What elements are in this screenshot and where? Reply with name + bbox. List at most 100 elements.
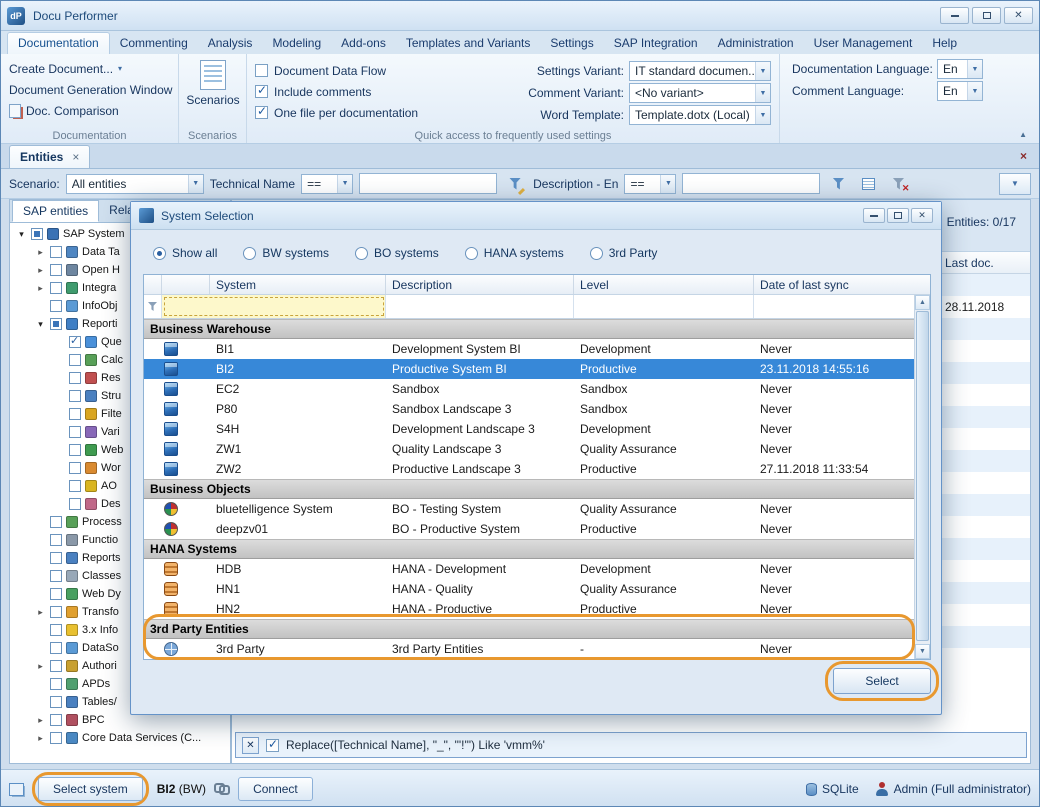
chevron-right-icon[interactable]: ▸: [35, 733, 46, 744]
word-template-combo[interactable]: Template.dotx (Local) ▼: [629, 105, 771, 125]
date-filter-cell[interactable]: [754, 295, 914, 318]
scroll-down-icon[interactable]: ▼: [915, 644, 930, 659]
date-column-header[interactable]: Date of last sync: [754, 275, 930, 294]
tree-item-checkbox[interactable]: [69, 426, 81, 438]
close-filter-button[interactable]: ✕: [242, 737, 259, 754]
radio-icon[interactable]: [590, 247, 603, 260]
chevron-down-icon[interactable]: ▼: [755, 62, 770, 80]
maximize-button[interactable]: [972, 7, 1001, 24]
include-comments-checkbox[interactable]: [255, 85, 268, 98]
chevron-right-icon[interactable]: ▸: [35, 247, 46, 258]
one-file-per-documentation-option[interactable]: One file per documentation: [255, 102, 464, 123]
tree-item-checkbox[interactable]: [50, 516, 62, 528]
system-row[interactable]: ZW2Productive Landscape 3Productive27.11…: [144, 459, 914, 479]
close-all-tabs-button[interactable]: ×: [1020, 149, 1027, 163]
description-column-header[interactable]: Description: [386, 275, 574, 294]
tree-item-checkbox[interactable]: [69, 462, 81, 474]
radio-hana-systems[interactable]: HANA systems: [465, 246, 564, 260]
vertical-scrollbar[interactable]: ▲ ▼: [914, 295, 930, 659]
doc-comparison-button[interactable]: Doc. Comparison: [9, 100, 170, 121]
apply-filter-button[interactable]: [826, 173, 850, 195]
system-row[interactable]: bluetelligence SystemBO - Testing System…: [144, 499, 914, 519]
tree-item-checkbox[interactable]: [69, 372, 81, 384]
chevron-down-icon[interactable]: ▼: [755, 106, 770, 124]
scenarios-button[interactable]: Scenarios: [187, 58, 239, 107]
include-comments-option[interactable]: Include comments: [255, 81, 464, 102]
system-row[interactable]: BI2Productive System BIProductive23.11.2…: [144, 359, 914, 379]
system-row[interactable]: deepzv01BO - Productive SystemProductive…: [144, 519, 914, 539]
tab-sap-integration[interactable]: SAP Integration: [604, 33, 708, 54]
description-input[interactable]: [682, 173, 820, 194]
dialog-close-button[interactable]: ✕: [911, 208, 933, 223]
tree-item-checkbox[interactable]: [69, 354, 81, 366]
tree-item-checkbox[interactable]: [50, 678, 62, 690]
chevron-down-icon[interactable]: ▼: [967, 60, 982, 78]
tree-item-checkbox[interactable]: [50, 660, 62, 672]
chevron-down-icon[interactable]: ▼: [660, 175, 675, 193]
tree-item-checkbox[interactable]: [50, 714, 62, 726]
level-column-header[interactable]: Level: [574, 275, 754, 294]
collapse-ribbon-button[interactable]: ▲: [1019, 130, 1027, 139]
column-options-dropdown[interactable]: ▼: [999, 173, 1031, 195]
system-row[interactable]: EC2SandboxSandboxNever: [144, 379, 914, 399]
tab-add-ons[interactable]: Add-ons: [331, 33, 396, 54]
tab-templates-and-variants[interactable]: Templates and Variants: [396, 33, 541, 54]
radio-3rd-party[interactable]: 3rd Party: [590, 246, 658, 260]
tree-item-checkbox[interactable]: [50, 534, 62, 546]
chevron-down-icon[interactable]: ▾: [16, 229, 27, 240]
tab-user-management[interactable]: User Management: [804, 33, 923, 54]
technical-name-input[interactable]: [359, 173, 497, 194]
tree-item-checkbox[interactable]: [69, 390, 81, 402]
document-data-flow-option[interactable]: Document Data Flow: [255, 60, 464, 81]
radio-icon[interactable]: [465, 247, 478, 260]
tab-settings[interactable]: Settings: [540, 33, 603, 54]
last-doc-column-header[interactable]: Last doc.: [945, 256, 994, 270]
scenario-combo[interactable]: All entities ▼: [66, 174, 204, 194]
tree-item-checkbox[interactable]: [50, 246, 62, 258]
tab-help[interactable]: Help: [922, 33, 967, 54]
tree-item-checkbox[interactable]: [50, 300, 62, 312]
tree-item-checkbox[interactable]: [69, 480, 81, 492]
radio-bw-systems[interactable]: BW systems: [243, 246, 329, 260]
comment-variant-combo[interactable]: <No variant> ▼: [629, 83, 771, 103]
level-filter-cell[interactable]: [574, 295, 754, 318]
tab-analysis[interactable]: Analysis: [198, 33, 263, 54]
tree-item-checkbox[interactable]: [31, 228, 43, 240]
system-row[interactable]: S4HDevelopment Landscape 3DevelopmentNev…: [144, 419, 914, 439]
tree-item-checkbox[interactable]: [50, 318, 62, 330]
system-row[interactable]: HDBHANA - DevelopmentDevelopmentNever: [144, 559, 914, 579]
chevron-down-icon[interactable]: ▾: [35, 319, 46, 330]
settings-variant-combo[interactable]: IT standard documen.. ▼: [629, 61, 771, 81]
radio-icon[interactable]: [243, 247, 256, 260]
radio-icon[interactable]: [355, 247, 368, 260]
tree-item-checkbox[interactable]: [50, 570, 62, 582]
system-row[interactable]: ZW1Quality Landscape 3Quality AssuranceN…: [144, 439, 914, 459]
tree-item-checkbox[interactable]: [50, 588, 62, 600]
dialog-maximize-button[interactable]: [887, 208, 909, 223]
tree-item-checkbox[interactable]: [50, 606, 62, 618]
chevron-right-icon[interactable]: ▸: [35, 607, 46, 618]
tree-item[interactable]: ▸Core Data Services (C...: [10, 729, 230, 747]
select-button[interactable]: Select: [833, 668, 931, 694]
tree-item-checkbox[interactable]: [50, 696, 62, 708]
system-row[interactable]: 3rd Party3rd Party Entities-Never: [144, 639, 914, 659]
chevron-right-icon[interactable]: ▸: [35, 661, 46, 672]
chevron-down-icon[interactable]: ▼: [967, 82, 982, 100]
documentation-language-combo[interactable]: En ▼: [937, 59, 983, 79]
chevron-down-icon[interactable]: ▼: [755, 84, 770, 102]
tree-item-checkbox[interactable]: [50, 624, 62, 636]
radio-icon[interactable]: [153, 247, 166, 260]
tree-item-checkbox[interactable]: [50, 552, 62, 564]
system-row[interactable]: P80Sandbox Landscape 3SandboxNever: [144, 399, 914, 419]
tree-item-checkbox[interactable]: [50, 642, 62, 654]
system-row[interactable]: HN2HANA - ProductiveProductiveNever: [144, 599, 914, 619]
document-data-flow-checkbox[interactable]: [255, 64, 268, 77]
close-tab-icon[interactable]: ×: [72, 150, 79, 164]
tree-item-checkbox[interactable]: [50, 282, 62, 294]
tree-item-checkbox[interactable]: [69, 336, 81, 348]
tree-item-checkbox[interactable]: [50, 732, 62, 744]
minimize-button[interactable]: [940, 7, 969, 24]
clear-filter-button[interactable]: ✕: [886, 173, 910, 195]
chevron-right-icon[interactable]: ▸: [35, 283, 46, 294]
chevron-down-icon[interactable]: ▼: [188, 175, 203, 193]
